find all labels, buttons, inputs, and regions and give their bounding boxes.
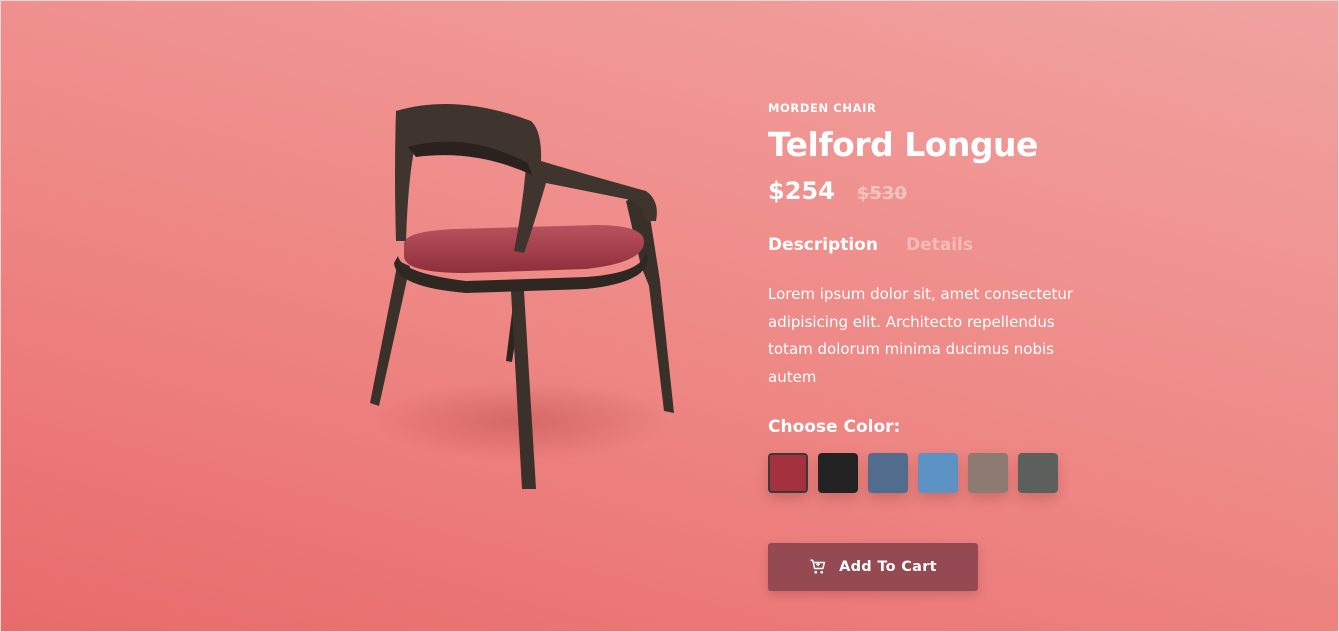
color-swatch-light-blue[interactable] — [918, 453, 958, 494]
cart-icon — [810, 559, 826, 574]
color-swatches — [768, 453, 1098, 494]
color-swatch-black[interactable] — [818, 453, 858, 494]
color-swatch-grey[interactable] — [1018, 453, 1058, 494]
current-price: $254 — [768, 177, 835, 206]
price-row: $254 $530 — [768, 177, 1098, 205]
old-price: $530 — [856, 183, 907, 205]
info-tabs: Description Details — [768, 235, 1098, 255]
add-to-cart-button[interactable]: Add To Cart — [768, 543, 978, 592]
product-category: MORDEN CHAIR — [768, 101, 877, 115]
add-to-cart-label: Add To Cart — [839, 559, 937, 576]
tab-details[interactable]: Details — [906, 235, 973, 255]
color-swatch-red[interactable] — [768, 453, 808, 494]
color-swatch-denim[interactable] — [868, 453, 908, 494]
color-swatch-taupe[interactable] — [968, 453, 1008, 494]
product-title: Telford Longue — [768, 125, 1038, 164]
product-info: MORDEN CHAIR Telford Longue $254 $530 De… — [768, 101, 1098, 592]
chair-illustration — [370, 103, 674, 489]
chair-image — [346, 91, 706, 511]
tab-description[interactable]: Description — [768, 235, 878, 255]
product-description: Lorem ipsum dolor sit, amet consectetur … — [768, 285, 1074, 386]
product-page: MORDEN CHAIR Telford Longue $254 $530 De… — [0, 0, 1339, 632]
choose-color-label: Choose Color: — [768, 417, 901, 438]
